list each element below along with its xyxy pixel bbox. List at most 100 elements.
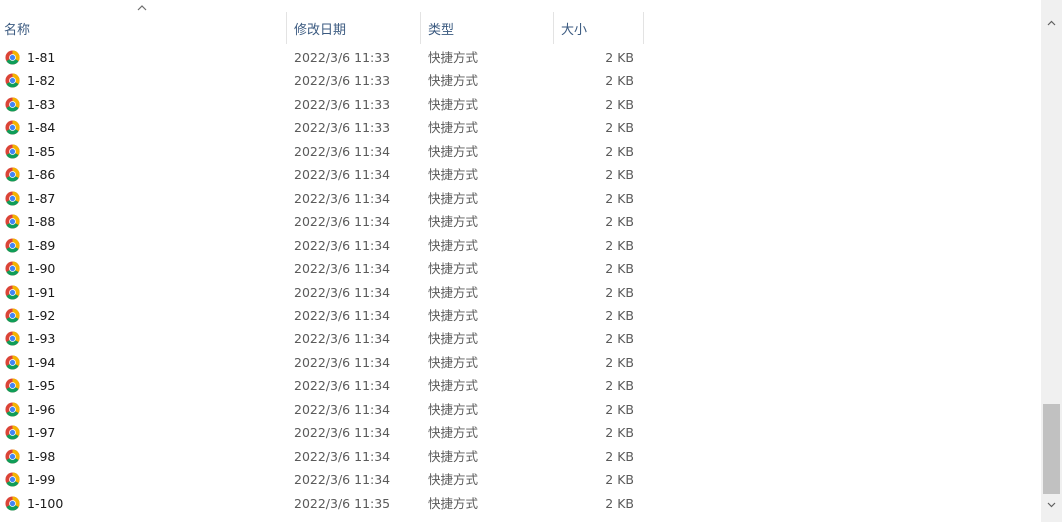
chrome-icon: [5, 425, 20, 440]
file-date: 2022/3/6 11:34: [294, 284, 391, 300]
file-type: 快捷方式: [428, 425, 479, 441]
file-row[interactable]: 1-96 2022/3/6 11:34 快捷方式 2 KB: [0, 398, 650, 421]
file-type: 快捷方式: [428, 73, 479, 89]
file-row[interactable]: 1-93 2022/3/6 11:34 快捷方式 2 KB: [0, 327, 650, 350]
file-size: 2 KB: [605, 495, 634, 511]
file-row[interactable]: 1-90 2022/3/6 11:34 快捷方式 2 KB: [0, 257, 650, 280]
file-size: 2 KB: [605, 143, 634, 159]
file-name: 1-88: [27, 214, 56, 230]
chrome-icon: [5, 355, 20, 370]
file-date: 2022/3/6 11:34: [294, 378, 391, 394]
column-divider[interactable]: [420, 12, 421, 44]
file-row[interactable]: 1-89 2022/3/6 11:34 快捷方式 2 KB: [0, 234, 650, 257]
file-date: 2022/3/6 11:33: [294, 50, 391, 65]
scroll-down-button[interactable]: [1041, 496, 1062, 513]
file-size: 2 KB: [605, 448, 634, 464]
file-type: 快捷方式: [428, 331, 479, 347]
file-row[interactable]: 1-95 2022/3/6 11:34 快捷方式 2 KB: [0, 374, 650, 397]
file-size: 2 KB: [605, 331, 634, 347]
file-type: 快捷方式: [428, 237, 479, 253]
file-date: 2022/3/6 11:34: [294, 190, 391, 206]
file-name: 1-95: [27, 378, 56, 394]
file-type: 快捷方式: [428, 354, 479, 370]
file-type: 快捷方式: [428, 378, 479, 394]
scrollbar-thumb[interactable]: [1043, 404, 1060, 494]
file-date: 2022/3/6 11:34: [294, 261, 391, 277]
file-name: 1-100: [27, 495, 64, 511]
file-type: 快捷方式: [428, 401, 479, 417]
file-row[interactable]: 1-82 2022/3/6 11:33 快捷方式 2 KB: [0, 69, 650, 92]
file-name: 1-97: [27, 425, 56, 441]
file-date: 2022/3/6 11:34: [294, 472, 391, 488]
file-row[interactable]: 1-94 2022/3/6 11:34 快捷方式 2 KB: [0, 351, 650, 374]
file-size: 2 KB: [605, 307, 634, 323]
file-size: 2 KB: [605, 214, 634, 230]
chrome-icon: [5, 73, 20, 88]
file-row[interactable]: 1-92 2022/3/6 11:34 快捷方式 2 KB: [0, 304, 650, 327]
file-size: 2 KB: [605, 472, 634, 488]
column-name-label: 名称: [4, 22, 31, 38]
file-row[interactable]: 1-83 2022/3/6 11:33 快捷方式 2 KB: [0, 93, 650, 116]
file-type: 快捷方式: [428, 214, 479, 230]
file-size: 2 KB: [605, 354, 634, 370]
file-row[interactable]: 1-100 2022/3/6 11:35 快捷方式 2 KB: [0, 492, 650, 515]
file-date: 2022/3/6 11:34: [294, 354, 391, 370]
chevron-up-icon: [1047, 20, 1056, 25]
scroll-up-button[interactable]: [1041, 14, 1062, 31]
column-divider[interactable]: [553, 12, 554, 44]
file-row[interactable]: 1-88 2022/3/6 11:34 快捷方式 2 KB: [0, 210, 650, 233]
chrome-icon: [5, 472, 20, 487]
file-name: 1-98: [27, 448, 56, 464]
column-date[interactable]: 修改日期: [290, 12, 418, 44]
file-row[interactable]: 1-85 2022/3/6 11:34 快捷方式 2 KB: [0, 140, 650, 163]
file-row[interactable]: 1-99 2022/3/6 11:34 快捷方式 2 KB: [0, 468, 650, 491]
file-row[interactable]: 1-91 2022/3/6 11:34 快捷方式 2 KB: [0, 281, 650, 304]
chrome-icon: [5, 308, 20, 323]
column-divider[interactable]: [643, 12, 644, 44]
file-name: 1-87: [27, 190, 56, 206]
file-type: 快捷方式: [428, 448, 479, 464]
file-type: 快捷方式: [428, 143, 479, 159]
file-size: 2 KB: [605, 261, 634, 277]
file-size: 2 KB: [605, 167, 634, 183]
file-type: 快捷方式: [428, 284, 479, 300]
file-date: 2022/3/6 11:34: [294, 237, 391, 253]
file-name: 1-94: [27, 354, 56, 370]
file-name: 1-96: [27, 401, 56, 417]
file-row[interactable]: 1-84 2022/3/6 11:33 快捷方式 2 KB: [0, 116, 650, 139]
file-row[interactable]: 1-98 2022/3/6 11:34 快捷方式 2 KB: [0, 445, 650, 468]
file-date: 2022/3/6 11:34: [294, 448, 391, 464]
file-type: 快捷方式: [428, 50, 479, 65]
chrome-icon: [5, 449, 20, 464]
file-name: 1-82: [27, 73, 56, 89]
chrome-icon: [5, 120, 20, 135]
chrome-icon: [5, 97, 20, 112]
file-size: 2 KB: [605, 120, 634, 136]
file-date: 2022/3/6 11:33: [294, 120, 391, 136]
column-type[interactable]: 类型: [424, 12, 552, 44]
file-row[interactable]: 1-86 2022/3/6 11:34 快捷方式 2 KB: [0, 163, 650, 186]
file-size: 2 KB: [605, 425, 634, 441]
file-date: 2022/3/6 11:34: [294, 143, 391, 159]
column-size-label: 大小: [561, 22, 588, 38]
file-row[interactable]: 1-81 2022/3/6 11:33 快捷方式 2 KB: [0, 46, 650, 69]
file-type: 快捷方式: [428, 96, 479, 112]
file-date: 2022/3/6 11:34: [294, 167, 391, 183]
column-divider[interactable]: [286, 12, 287, 44]
file-size: 2 KB: [605, 378, 634, 394]
column-name[interactable]: 名称: [0, 12, 285, 44]
file-name: 1-99: [27, 472, 56, 488]
column-size[interactable]: 大小: [557, 12, 642, 44]
file-row[interactable]: 1-97 2022/3/6 11:34 快捷方式 2 KB: [0, 421, 650, 444]
chrome-icon: [5, 331, 20, 346]
chrome-icon: [5, 214, 20, 229]
chrome-icon: [5, 496, 20, 511]
file-name: 1-86: [27, 167, 56, 183]
vertical-scrollbar[interactable]: [1041, 0, 1062, 522]
chrome-icon: [5, 167, 20, 182]
file-type: 快捷方式: [428, 261, 479, 277]
file-row[interactable]: 1-87 2022/3/6 11:34 快捷方式 2 KB: [0, 187, 650, 210]
file-size: 2 KB: [605, 237, 634, 253]
file-date: 2022/3/6 11:34: [294, 214, 391, 230]
file-name: 1-93: [27, 331, 56, 347]
